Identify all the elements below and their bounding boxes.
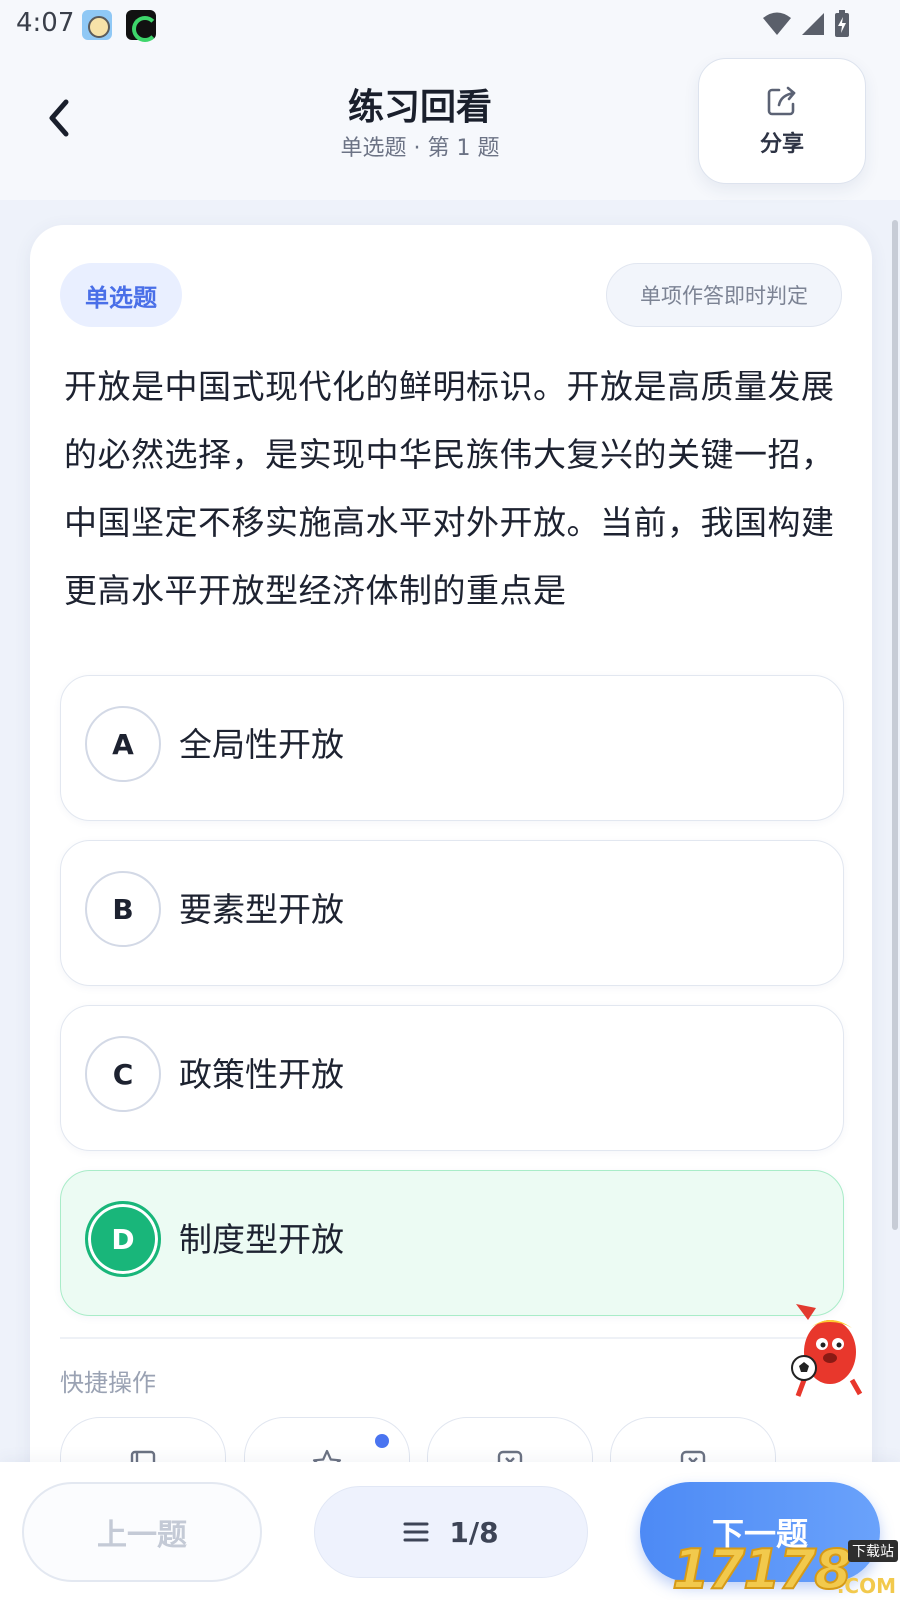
watermark-suffix: .COM xyxy=(836,1574,896,1598)
option-c[interactable]: C 政策性开放 xyxy=(60,1005,844,1151)
status-time: 4:07 xyxy=(16,8,75,38)
app-notification-icon xyxy=(82,10,112,40)
option-a[interactable]: A 全局性开放 xyxy=(60,675,844,821)
divider xyxy=(60,1337,844,1339)
option-d-correct[interactable]: D 制度型开放 xyxy=(60,1170,844,1316)
share-button[interactable]: 分享 xyxy=(698,58,866,184)
notification-dot xyxy=(375,1434,389,1448)
question-card: 单选题 单项作答即时判定 开放是中国式现代化的鲜明标识。开放是高质量发展的必然选… xyxy=(30,225,872,1600)
question-progress-button[interactable]: 1/8 xyxy=(314,1486,588,1578)
option-b[interactable]: B 要素型开放 xyxy=(60,840,844,986)
answer-mode-badge: 单项作答即时判定 xyxy=(606,263,842,327)
option-text: 全局性开放 xyxy=(179,725,344,764)
battery-icon xyxy=(835,10,849,37)
status-bar: 4:07 xyxy=(0,0,900,48)
mascot-sticker xyxy=(791,1304,863,1397)
question-text: 开放是中国式现代化的鲜明标识。开放是高质量发展的必然选择，是实现中华民族伟大复兴… xyxy=(64,367,835,610)
option-text: 要素型开放 xyxy=(179,890,344,929)
watermark-logo: 17178 下载站 .COM xyxy=(671,1537,900,1600)
previous-question-button[interactable]: 上一题 xyxy=(22,1482,262,1582)
signal-icon xyxy=(802,13,824,35)
quick-actions-title: 快捷操作 xyxy=(60,1369,156,1397)
watermark-number: 17178 xyxy=(671,1537,853,1600)
option-text: 政策性开放 xyxy=(179,1055,344,1094)
wifi-icon xyxy=(763,12,791,35)
option-letter: D xyxy=(85,1201,161,1277)
option-letter: A xyxy=(85,706,161,782)
scrollbar[interactable] xyxy=(892,220,898,1230)
page-header: 练习回看 单选题 · 第 1 题 分享 xyxy=(0,48,900,200)
option-letter: B xyxy=(85,871,161,947)
question-type-badge: 单选题 xyxy=(60,263,182,327)
option-letter: C xyxy=(85,1036,161,1112)
watermark-tag: 下载站 xyxy=(848,1540,898,1562)
menu-icon xyxy=(403,1522,429,1542)
share-icon xyxy=(767,86,796,116)
progress-label: 1/8 xyxy=(449,1515,499,1549)
share-label: 分享 xyxy=(759,132,804,157)
sleep-app-notification-icon xyxy=(126,10,158,42)
option-text: 制度型开放 xyxy=(179,1220,344,1259)
status-indicators xyxy=(762,10,850,38)
